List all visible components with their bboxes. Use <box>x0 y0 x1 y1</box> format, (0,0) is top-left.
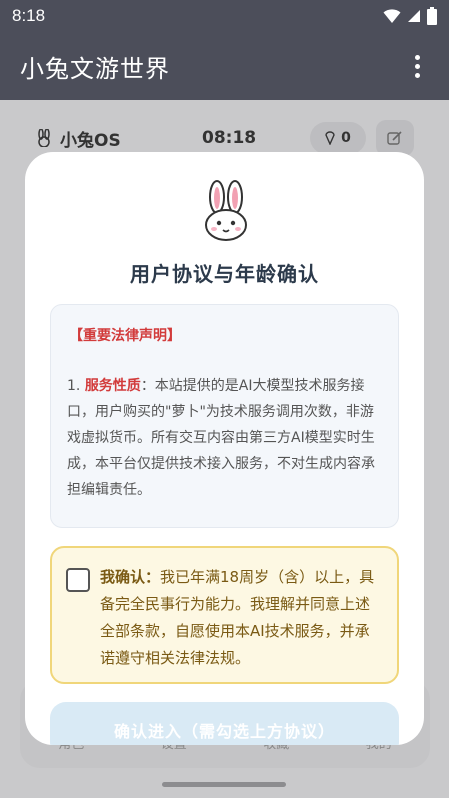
status-icons <box>383 7 437 25</box>
age-confirm-checkbox[interactable] <box>66 568 90 592</box>
carrot-counter[interactable]: 0 <box>310 122 366 154</box>
age-confirm-lead: 我确认： <box>100 568 161 586</box>
rabbit-icon <box>38 129 50 147</box>
background-time: 08:18 <box>202 128 257 148</box>
background-brand-label: 小兔OS <box>60 130 121 151</box>
cellular-signal-icon <box>408 10 420 22</box>
legal-item-number: 1. <box>67 378 85 394</box>
bunny-logo-icon <box>205 180 247 241</box>
edit-icon <box>387 131 402 145</box>
legal-item: 1. 服务性质：本站提供的是AI大模型技术服务接口，用户购买的"萝卜"为技术服务… <box>67 373 382 503</box>
status-time: 8:18 <box>12 6 46 25</box>
battery-icon <box>427 7 437 25</box>
app-bar: 小兔文游世界 <box>0 32 449 100</box>
status-bar: 8:18 <box>0 0 449 32</box>
legal-item-text: ：本站提供的是AI大模型技术服务接口，用户购买的"萝卜"为技术服务调用次数，非游… <box>67 378 375 498</box>
overflow-menu-icon[interactable] <box>405 46 429 86</box>
confirm-enter-button[interactable]: 确认进入（需勾选上方协议） <box>50 702 399 745</box>
legal-item-keyword: 服务性质 <box>84 378 141 394</box>
age-confirm-box[interactable]: 我确认：我已年满18周岁（含）以上，具备完全民事行为能力。我理解并同意上述全部条… <box>50 546 399 684</box>
agreement-modal: 用户协议与年龄确认 【重要法律声明】 1. 服务性质：本站提供的是AI大模型技术… <box>25 152 424 745</box>
app-title: 小兔文游世界 <box>20 54 170 83</box>
age-confirm-text: 我确认：我已年满18周岁（含）以上，具备完全民事行为能力。我理解并同意上述全部条… <box>100 564 383 672</box>
legal-heading: 【重要法律声明】 <box>69 328 181 344</box>
legal-notice-box[interactable]: 【重要法律声明】 1. 服务性质：本站提供的是AI大模型技术服务接口，用户购买的… <box>50 304 399 528</box>
carrot-icon <box>325 131 335 145</box>
background-brand: 小兔OS <box>36 126 121 151</box>
edit-button[interactable] <box>376 120 414 156</box>
home-indicator <box>162 782 286 787</box>
modal-title: 用户协议与年龄确认 <box>130 262 319 286</box>
carrot-count: 0 <box>341 130 351 146</box>
wifi-icon <box>383 9 401 23</box>
